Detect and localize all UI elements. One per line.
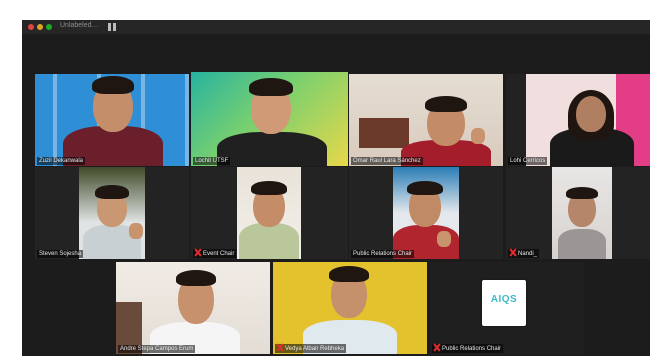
person-hair [407, 181, 443, 195]
participant-name: Andre Stepa Campos Erum [118, 345, 196, 353]
person-hair [329, 266, 369, 282]
muted-mic-icon [434, 344, 440, 351]
person-hair [425, 96, 467, 112]
minimize-dot-icon[interactable] [37, 24, 43, 30]
video-tile[interactable]: Zuzil Dekanwala [35, 74, 189, 166]
wall-shelf [359, 118, 409, 148]
window-title: Unlabeled… [60, 22, 99, 29]
person-hair [249, 78, 293, 96]
muted-mic-icon [277, 344, 283, 351]
video-tile[interactable]: Omar Raul Lara Sánchez [349, 74, 503, 166]
person-hair [95, 185, 129, 199]
person-hand [437, 231, 451, 247]
person-body [558, 229, 606, 259]
video-tile[interactable]: Nandi_ [506, 167, 650, 259]
participant-name: Lohi Cerricos [508, 157, 548, 165]
person-body [217, 132, 327, 166]
participant-name: Vedya Alban Rebheka [275, 344, 347, 353]
video-tile[interactable]: AIQS Public Relations Chair [430, 262, 584, 354]
close-dot-icon[interactable] [28, 24, 34, 30]
video-tile[interactable]: Public Relations Chair [349, 167, 503, 259]
person-head [576, 96, 606, 132]
video-tile[interactable]: Steven Sojesha [35, 167, 189, 259]
person-hair [92, 76, 134, 94]
participant-name: Lochit UTSF [193, 157, 231, 165]
logo-text: AIQS [490, 294, 518, 305]
participant-name: Omar Raul Lara Sánchez [351, 157, 423, 165]
person-hair [251, 181, 287, 195]
muted-mic-icon [195, 249, 201, 256]
video-tile[interactable]: Event Chair [191, 167, 348, 259]
participant-name: Event Chair [193, 249, 237, 258]
meeting-window: Unlabeled… Zuzil Dekanwala Lochit UTSF O… [22, 20, 650, 356]
participant-name: Public Relations Chair [351, 250, 415, 258]
participant-name: Zuzil Dekanwala [37, 157, 86, 165]
organization-logo: AIQS [482, 280, 526, 326]
video-tile[interactable]: Lohi Cerricos [506, 74, 650, 166]
participant-name: Public Relations Chair [432, 344, 504, 353]
person-hand [471, 128, 485, 144]
person-hand [129, 223, 143, 239]
muted-mic-icon [510, 249, 516, 256]
video-tile-active-speaker[interactable]: Lochit UTSF [191, 72, 348, 166]
window-titlebar: Unlabeled… [22, 20, 650, 34]
person-hair [566, 187, 598, 199]
person-body [239, 223, 299, 259]
video-tile[interactable]: Vedya Alban Rebheka [273, 262, 427, 354]
person-hair [176, 270, 216, 286]
pause-icon[interactable] [108, 23, 116, 31]
video-tile[interactable]: Andre Stepa Campos Erum [116, 262, 270, 354]
maximize-dot-icon[interactable] [46, 24, 52, 30]
participant-name: Steven Sojesha [37, 250, 84, 258]
participant-name: Nandi_ [508, 249, 540, 258]
